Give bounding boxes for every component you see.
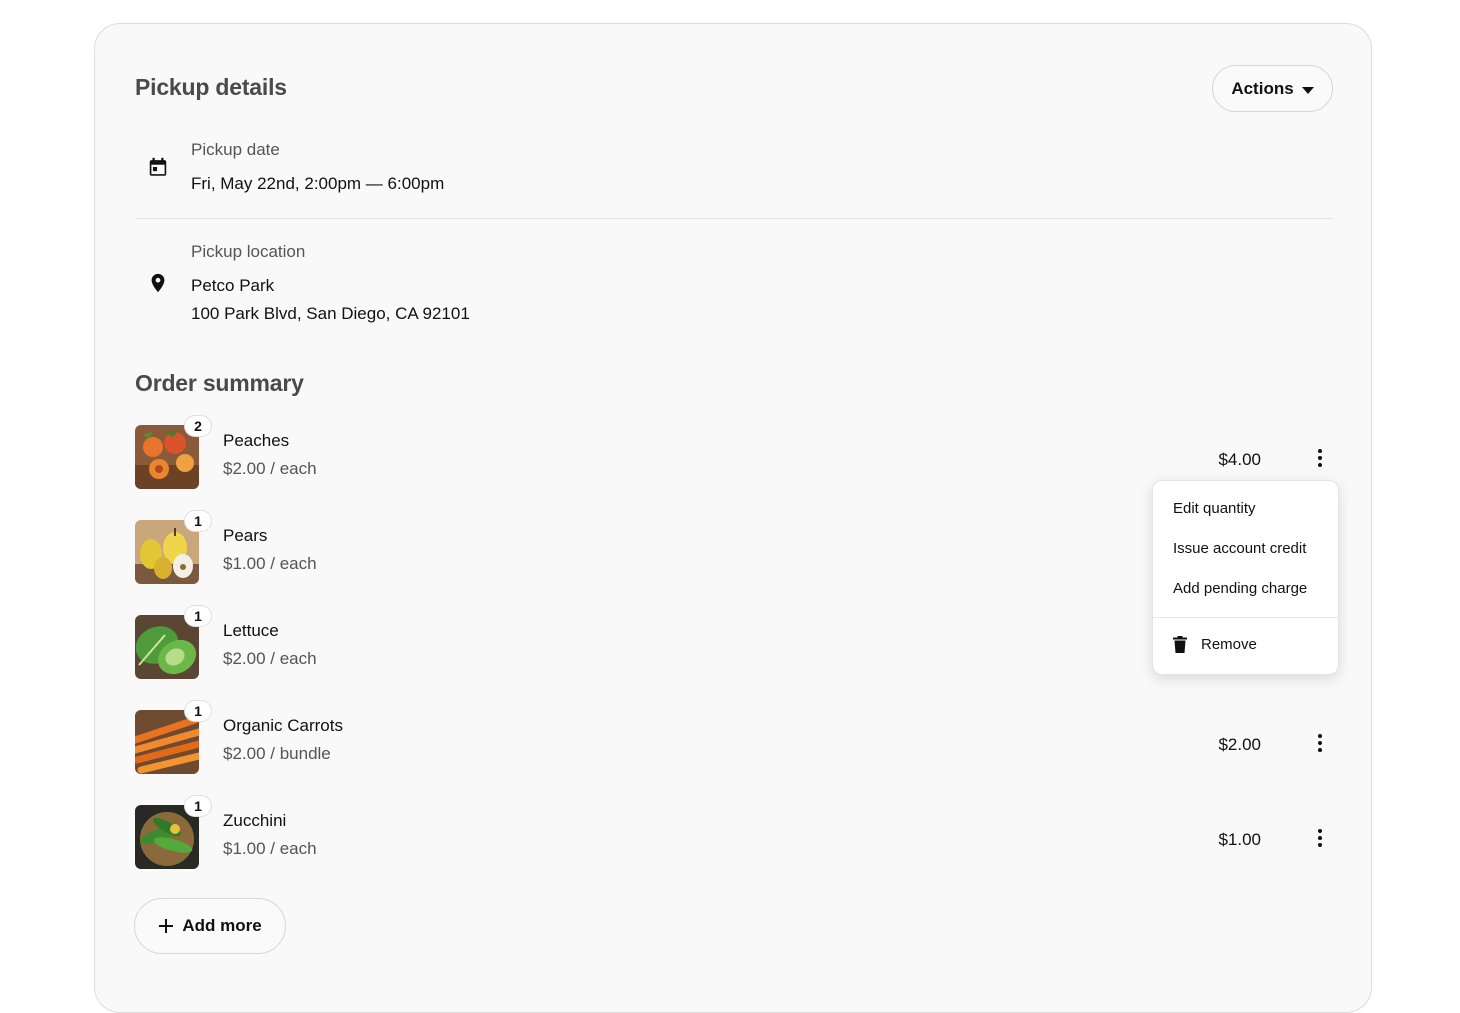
- item-unit-price: $2.00 / bundle: [223, 744, 331, 763]
- item-name: Organic Carrots: [223, 716, 343, 735]
- item-unit-price: $2.00 / each: [223, 459, 317, 478]
- order-item-zucchini: 1 Zucchini $1.00 / each $1.00: [135, 795, 1333, 869]
- actions-button[interactable]: Actions: [1212, 65, 1333, 112]
- pickup-location-address: 100 Park Blvd, San Diego, CA 92101: [191, 304, 470, 323]
- item-unit-price: $1.00 / each: [223, 554, 317, 573]
- item-total: $1.00: [1218, 830, 1261, 849]
- menu-item-add-pending-charge[interactable]: Add pending charge: [1173, 580, 1307, 597]
- menu-divider: [1153, 617, 1338, 618]
- item-context-menu: Edit quantity Issue account credit Add p…: [1152, 480, 1339, 675]
- quantity-badge: 2: [184, 415, 212, 437]
- item-name: Pears: [223, 526, 268, 545]
- pickup-date-value: Fri, May 22nd, 2:00pm — 6:00pm: [191, 174, 445, 193]
- more-vertical-icon[interactable]: [1314, 449, 1326, 471]
- item-unit-price: $1.00 / each: [223, 839, 317, 858]
- more-vertical-icon[interactable]: [1314, 829, 1326, 851]
- add-more-button[interactable]: Add more: [134, 898, 286, 954]
- location-pin-icon: [151, 273, 165, 293]
- pickup-date-label: Pickup date: [191, 140, 280, 159]
- pickup-location-label: Pickup location: [191, 242, 306, 261]
- menu-item-issue-account-credit[interactable]: Issue account credit: [1173, 540, 1306, 557]
- pickup-details-title: Pickup details: [135, 74, 287, 100]
- item-name: Peaches: [223, 431, 290, 450]
- menu-item-edit-quantity[interactable]: Edit quantity: [1173, 500, 1256, 517]
- calendar-icon: [149, 157, 167, 176]
- menu-item-remove[interactable]: Remove: [1173, 636, 1257, 653]
- details-divider: [135, 218, 1333, 219]
- quantity-badge: 1: [184, 700, 212, 722]
- item-name: Lettuce: [223, 621, 279, 640]
- quantity-badge: 1: [184, 605, 212, 627]
- order-item-peaches: 2 Peaches $2.00 / each $4.00: [135, 415, 1333, 489]
- item-name: Zucchini: [223, 811, 287, 830]
- trash-icon: [1173, 636, 1187, 653]
- item-unit-price: $2.00 / each: [223, 649, 317, 668]
- item-total: $2.00: [1218, 735, 1261, 754]
- more-vertical-icon[interactable]: [1314, 734, 1326, 756]
- pickup-location-name: Petco Park: [191, 276, 275, 295]
- order-item-organic-carrots: 1 Organic Carrots $2.00 / bundle $2.00: [135, 700, 1333, 774]
- plus-icon: [159, 919, 174, 933]
- item-total: $4.00: [1218, 450, 1261, 469]
- quantity-badge: 1: [184, 795, 212, 817]
- caret-down-icon: [1301, 86, 1314, 94]
- add-more-label: Add more: [182, 916, 262, 935]
- actions-button-label: Actions: [1231, 78, 1294, 98]
- quantity-badge: 1: [184, 510, 212, 532]
- menu-item-remove-label: Remove: [1201, 636, 1257, 653]
- order-summary-title: Order summary: [135, 370, 304, 396]
